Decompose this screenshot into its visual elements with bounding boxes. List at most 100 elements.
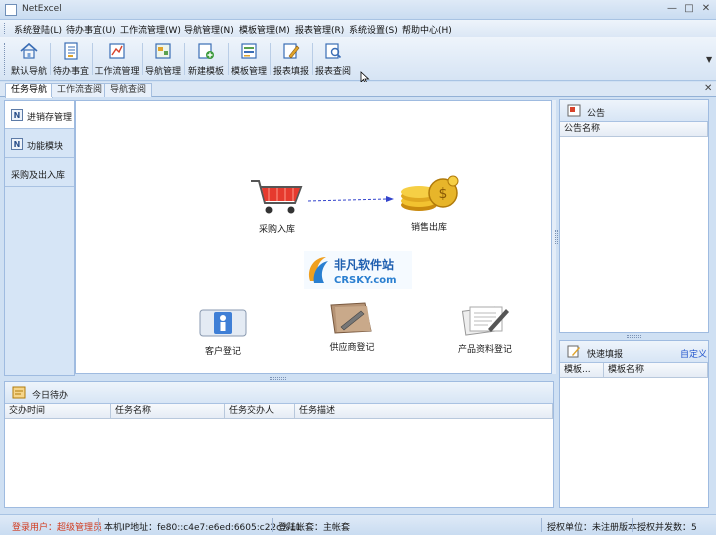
- status-bar: 登录用户：超级管理员 本机IP地址：fe80::c4e7:e6ed:6605:c…: [0, 514, 716, 535]
- menu-todo[interactable]: 待办事宜(U): [66, 23, 116, 36]
- notice-icon: [567, 104, 581, 117]
- notice-grid-header: 公告名称: [560, 122, 708, 137]
- nav-item-label: 进销存管理: [27, 113, 73, 123]
- toolbar-separator: [50, 43, 51, 75]
- node-label: 销售出库: [410, 223, 447, 233]
- nav-n-icon: N: [11, 138, 23, 150]
- today-todo-panel: 今日待办 交办时间 任务名称 任务交办人 任务描述: [4, 381, 554, 508]
- minimize-button[interactable]: —: [664, 2, 680, 16]
- menu-workflow[interactable]: 工作流管理(W): [120, 23, 181, 36]
- notice-panel: 公告 公告名称: [559, 99, 709, 333]
- right-splitter[interactable]: [627, 335, 641, 338]
- product-document-icon: [461, 306, 509, 336]
- nav-item-label: 功能模块: [27, 142, 64, 152]
- toolbar-overflow-icon[interactable]: ▼: [706, 55, 712, 64]
- quick-grid-header: 模板... 模板名称: [560, 363, 708, 378]
- nav-manage-button[interactable]: 导航管理: [144, 41, 182, 79]
- tab-strip: 任务导航 工作流查阅 导航查阅 ✕: [0, 82, 716, 98]
- nav-item-label: 采购及出入库: [11, 171, 66, 181]
- node-label: 客户登记: [204, 347, 241, 357]
- node-product-register[interactable]: 产品资料登记: [450, 303, 520, 355]
- window-title: NetExcel: [22, 4, 62, 14]
- calendar-icon: [12, 386, 26, 399]
- tab-close-icon[interactable]: ✕: [704, 83, 712, 94]
- col-template-short[interactable]: 模板...: [560, 363, 604, 378]
- toolbar-label: 模板管理: [230, 67, 267, 77]
- col-assign-time[interactable]: 交办时间: [5, 404, 111, 419]
- node-customer-register[interactable]: 客户登记: [190, 307, 256, 357]
- col-assigner[interactable]: 任务交办人: [225, 404, 295, 419]
- col-task-name[interactable]: 任务名称: [111, 404, 225, 419]
- toolbar-label: 工作流管理: [94, 67, 140, 77]
- menu-grip[interactable]: [4, 23, 7, 34]
- todo-list-icon: [64, 42, 78, 60]
- svg-text:$: $: [439, 186, 448, 202]
- tab-navigation-view[interactable]: 导航查阅: [104, 83, 153, 97]
- menu-system-login[interactable]: 系统登陆(L): [14, 23, 62, 36]
- status-account: 登陆帐套：主帐套: [278, 523, 351, 533]
- workflow-icon: [109, 43, 125, 59]
- menu-template[interactable]: 模板管理(M): [239, 23, 290, 36]
- nav-item-inventory[interactable]: N 进销存管理: [5, 101, 74, 129]
- toolbar-label: 导航管理: [144, 67, 181, 77]
- status-license: 授权单位：未注册版本: [547, 523, 638, 533]
- toolbar-separator: [142, 43, 143, 75]
- tab-workflow-view[interactable]: 工作流查阅: [51, 83, 109, 97]
- flow-arrow: [307, 196, 394, 202]
- col-template-name[interactable]: 模板名称: [604, 363, 708, 378]
- panel-header: 公告: [560, 100, 708, 122]
- menu-settings[interactable]: 系统设置(S): [349, 23, 398, 36]
- workflow-button[interactable]: 工作流管理: [94, 41, 140, 79]
- new-template-button[interactable]: 新建模板: [186, 41, 226, 79]
- report-fill-icon: [283, 43, 300, 59]
- horizontal-splitter[interactable]: [270, 377, 286, 380]
- left-navigation: N 进销存管理 N 功能模块 采购及出入库: [4, 100, 75, 376]
- nav-item-purchase[interactable]: 采购及出入库: [5, 159, 74, 187]
- menu-help[interactable]: 帮助中心(H): [402, 23, 452, 36]
- supplier-folder-icon: [330, 302, 372, 334]
- navigation-canvas: 采购入库 $ 销售出库 非凡软件站 CRSKY.com 客户登记 供应商登记 产…: [75, 100, 552, 374]
- node-purchase-in[interactable]: 采购入库: [246, 177, 308, 235]
- title-bar: NetExcel — □ ✕: [0, 0, 716, 20]
- app-icon: [5, 4, 17, 16]
- nav-item-function-module[interactable]: N 功能模块: [5, 130, 74, 158]
- status-login-user: 登录用户：超级管理员: [12, 523, 103, 533]
- tab-task-navigation[interactable]: 任务导航: [5, 83, 54, 98]
- menu-report[interactable]: 报表管理(R): [295, 23, 344, 36]
- report-view-button[interactable]: 报表查阅: [314, 41, 352, 79]
- node-supplier-register[interactable]: 供应商登记: [322, 301, 382, 353]
- side-splitter[interactable]: [555, 230, 558, 244]
- watermark-line1: 非凡软件站: [334, 257, 394, 272]
- status-separator: [98, 518, 99, 532]
- panel-header: 今日待办: [5, 382, 553, 404]
- status-separator: [632, 518, 633, 532]
- template-manage-button[interactable]: 模板管理: [230, 41, 268, 79]
- status-separator: [541, 518, 542, 532]
- customize-link[interactable]: 自定义: [680, 347, 707, 360]
- maximize-button[interactable]: □: [681, 2, 697, 16]
- menu-navigation[interactable]: 导航管理(N): [184, 23, 234, 36]
- col-task-desc[interactable]: 任务描述: [295, 404, 553, 419]
- close-button[interactable]: ✕: [698, 2, 714, 16]
- toolbar-label: 报表填报: [272, 67, 309, 77]
- gold-coins-icon: $: [401, 175, 459, 211]
- template-icon: [241, 43, 257, 59]
- toolbar: 默认导航 待办事宜 工作流管理 导航管理 新建模板 模板管理 报表填报 报表查阅…: [0, 37, 716, 81]
- report-fill-button[interactable]: 报表填报: [272, 41, 310, 79]
- toolbar-separator: [228, 43, 229, 75]
- panel-header: 快速填报 自定义: [560, 341, 708, 363]
- default-nav-button[interactable]: 默认导航: [10, 41, 48, 79]
- todo-button[interactable]: 待办事宜: [52, 41, 90, 79]
- panel-title: 今日待办: [32, 391, 69, 401]
- customer-card-icon: [199, 309, 247, 337]
- node-label: 供应商登记: [329, 343, 375, 353]
- nav-n-icon: N: [11, 109, 23, 121]
- report-view-icon: [325, 43, 342, 59]
- status-concurrency: 授权并发数：5: [637, 523, 697, 533]
- home-icon: [20, 42, 38, 59]
- node-sales-out[interactable]: $ 销售出库: [394, 173, 464, 233]
- toolbar-grip[interactable]: [4, 43, 7, 75]
- crsky-watermark-logo: 非凡软件站 CRSKY.com: [304, 251, 412, 289]
- col-notice-name[interactable]: 公告名称: [560, 122, 708, 137]
- status-separator: [272, 518, 273, 532]
